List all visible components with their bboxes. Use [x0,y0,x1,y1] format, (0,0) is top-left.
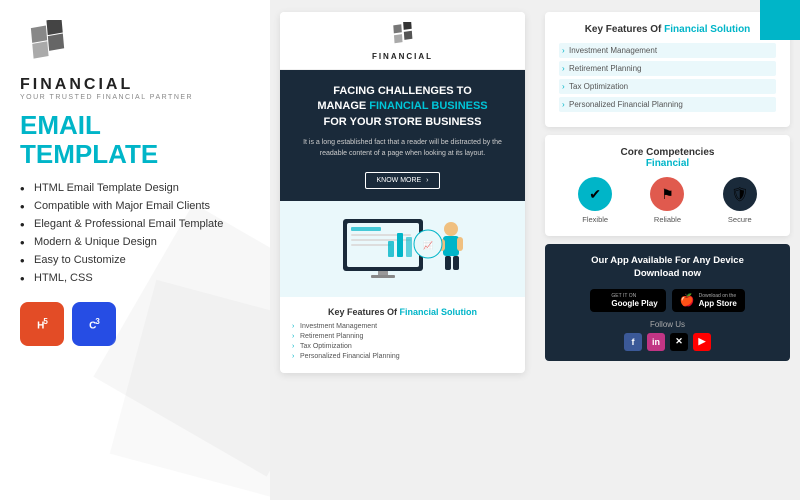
ep-image-section: 📈 [280,201,525,297]
rp-icons-row: ✔ Flexible ⚑ Reliable 🛡 Secure [559,177,776,224]
teal-corner-decoration [760,0,800,40]
ep-hero-desc: It is a long established fact that a rea… [294,138,511,159]
rp-icon-reliable: ⚑ Reliable [650,177,684,224]
ep-hero: FACING CHALLENGES TO MANAGE FINANCIAL BU… [280,70,525,201]
rp-feature-item: Retirement Planning [559,61,776,76]
left-panel: FINANCIAL YOUR TRUSTED FINANCIAL PARTNER… [0,0,270,500]
logo-tagline: YOUR TRUSTED FINANCIAL PARTNER [20,94,193,101]
know-more-button[interactable]: KNOW MORE › [365,172,439,189]
feature-item: HTML, CSS [20,272,250,284]
secure-icon: 🛡 [723,177,757,211]
email-preview: FINANCIAL FACING CHALLENGES TO MANAGE FI… [280,12,525,373]
ep-feature-item: Personalized Financial Planning [292,353,513,360]
css3-badge: C3 [72,302,116,346]
rp-core-title: Core Competencies Financial [559,147,776,169]
rp-app-card: Our App Available For Any Device Downloa… [545,244,790,361]
rp-kf-title: Key Features Of Financial Solution [559,24,776,35]
follow-us-label: Follow Us [559,320,776,329]
rp-feature-item: Tax Optimization [559,79,776,94]
reliable-icon: ⚑ [650,177,684,211]
ep-illustration: 📈 [333,209,473,289]
html5-badge: H5 [20,302,64,346]
ep-logo-name: FINANCIAL [372,52,433,61]
youtube-icon[interactable]: ▶ [693,333,711,351]
rp-icon-flexible: ✔ Flexible [578,177,612,224]
ep-header: FINANCIAL [280,12,525,70]
twitter-icon[interactable]: ✕ [670,333,688,351]
rp-social-icons: f in ✕ ▶ [559,333,776,351]
logo-area: FINANCIAL YOUR TRUSTED FINANCIAL PARTNER [20,20,250,101]
ep-logo-icon [389,22,417,50]
ep-hero-title: FACING CHALLENGES TO MANAGE FINANCIAL BU… [294,84,511,130]
rp-feature-item: Investment Management [559,43,776,58]
google-play-icon: ▶ [598,293,607,307]
rp-features-list: Investment Management Retirement Planning… [559,43,776,112]
apple-icon: 🍎 [680,293,695,307]
right-panel: Key Features Of Financial Solution Inves… [535,0,800,500]
flexible-icon: ✔ [578,177,612,211]
facebook-icon[interactable]: f [624,333,642,351]
feature-item: Compatible with Major Email Clients [20,200,250,212]
svg-text:📈: 📈 [423,240,433,250]
rp-key-features-card: Key Features Of Financial Solution Inves… [545,12,790,127]
rp-store-buttons: ▶ GET IT ON Google Play 🍎 Download on th… [559,289,776,312]
badges-row: H5 C3 [20,302,250,346]
features-list: HTML Email Template Design Compatible wit… [20,182,250,284]
logo-icon [20,20,72,72]
rp-feature-item: Personalized Financial Planning [559,97,776,112]
rp-core-card: Core Competencies Financial ✔ Flexible ⚑… [545,135,790,236]
instagram-icon[interactable]: in [647,333,665,351]
rp-app-title: Our App Available For Any Device Downloa… [559,254,776,281]
middle-panel: FINANCIAL FACING CHALLENGES TO MANAGE FI… [270,0,535,500]
google-play-button[interactable]: ▶ GET IT ON Google Play [590,289,665,312]
rp-follow-section: Follow Us f in ✕ ▶ [559,320,776,351]
ep-feature-item: Tax Optimization [292,343,513,350]
ep-features-title: Key Features Of Financial Solution [292,307,513,317]
logo-name: FINANCIAL [20,76,133,94]
feature-item: Easy to Customize [20,254,250,266]
ep-features: Key Features Of Financial Solution Inves… [280,297,525,373]
ep-features-list: Investment Management Retirement Planning… [292,323,513,360]
ep-feature-item: Investment Management [292,323,513,330]
ep-feature-item: Retirement Planning [292,333,513,340]
feature-item: Elegant & Professional Email Template [20,218,250,230]
app-store-button[interactable]: 🍎 Download on the App Store [672,289,745,312]
feature-item: Modern & Unique Design [20,236,250,248]
feature-item: HTML Email Template Design [20,182,250,194]
main-title: EMAIL TEMPLATE [20,111,250,168]
rp-icon-secure: 🛡 Secure [723,177,757,224]
